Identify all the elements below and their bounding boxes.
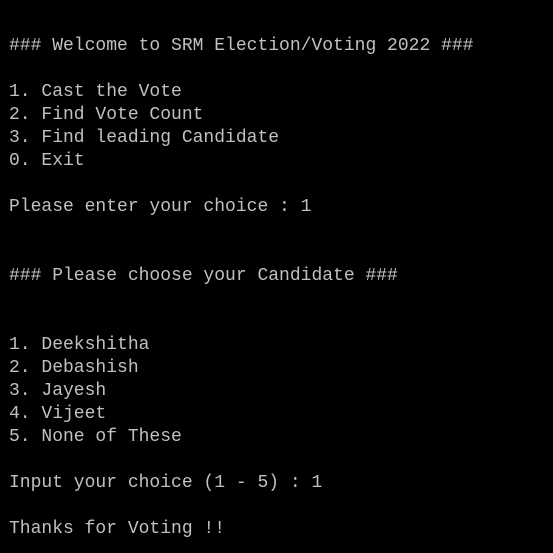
candidate-banner: ### Please choose your Candidate ### [9, 266, 398, 286]
console-window: ### Welcome to SRM Election/Voting 2022 … [0, 0, 553, 553]
candidate-item-vijeet: 4. Vijeet [9, 404, 107, 424]
candidate-item-none: 5. None of These [9, 427, 182, 447]
menu-item-exit: 0. Exit [9, 151, 85, 171]
candidate-item-jayesh: 3. Jayesh [9, 381, 107, 401]
choice-prompt[interactable]: Please enter your choice : 1 [9, 196, 553, 219]
candidate-item-deekshitha: 1. Deekshitha [9, 335, 150, 355]
candidate-prompt[interactable]: Input your choice (1 - 5) : 1 [9, 472, 553, 495]
thanks-message: Thanks for Voting !! [9, 519, 226, 539]
menu-item-cast-vote: 1. Cast the Vote [9, 82, 182, 102]
welcome-banner: ### Welcome to SRM Election/Voting 2022 … [9, 36, 474, 56]
menu-item-find-vote-count: 2. Find Vote Count [9, 105, 204, 125]
candidate-item-debashish: 2. Debashish [9, 358, 139, 378]
menu-item-find-leading-candidate: 3. Find leading Candidate [9, 128, 280, 148]
